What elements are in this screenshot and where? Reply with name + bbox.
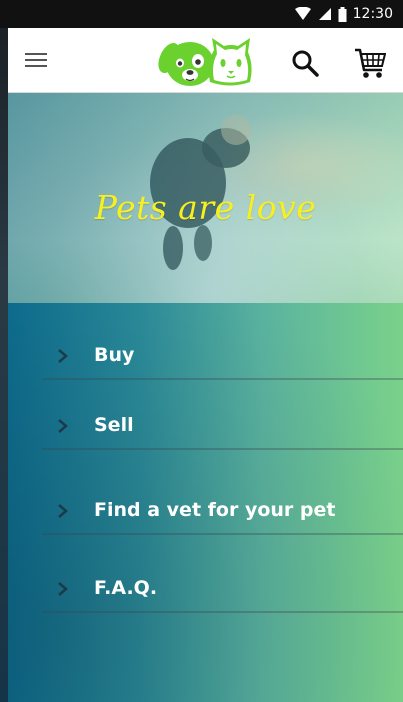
wifi-icon: [294, 7, 311, 20]
hero-banner: Pets are love: [8, 93, 403, 303]
chevron-right-icon: [58, 504, 68, 518]
app-bar: [8, 28, 403, 93]
menu-item-label: Find a vet for your pet: [94, 499, 336, 521]
hamburger-menu-button[interactable]: [22, 46, 50, 74]
menu-item-label: Sell: [94, 414, 134, 436]
hamburger-menu-icon: [25, 53, 47, 67]
battery-icon: [338, 6, 347, 22]
search-icon[interactable]: [290, 48, 320, 78]
hero-title: Pets are love: [94, 188, 317, 227]
menu-item-label: Buy: [94, 344, 135, 366]
menu-item-sell[interactable]: Sell: [42, 408, 403, 450]
status-time: 12:30: [352, 6, 393, 22]
chevron-right-icon: [58, 349, 68, 363]
status-icons: 12:30: [294, 4, 393, 24]
dog-cat-logo-icon[interactable]: [156, 34, 256, 88]
main-menu-list: Buy Sell Find a vet for your pet F.A.Q.: [8, 303, 403, 702]
chevron-right-icon: [58, 582, 68, 596]
status-bar: 12:30: [0, 0, 403, 28]
menu-item-label: F.A.Q.: [94, 577, 158, 599]
shopping-cart-icon[interactable]: [354, 46, 386, 80]
menu-item-faq[interactable]: F.A.Q.: [42, 571, 403, 613]
chevron-right-icon: [58, 419, 68, 433]
menu-item-find-vet[interactable]: Find a vet for your pet: [42, 493, 403, 535]
signal-icon: [318, 8, 331, 20]
app-screen: 12:30 Pets are love Buy Sell Find a vet …: [0, 0, 403, 702]
menu-item-buy[interactable]: Buy: [42, 338, 403, 380]
